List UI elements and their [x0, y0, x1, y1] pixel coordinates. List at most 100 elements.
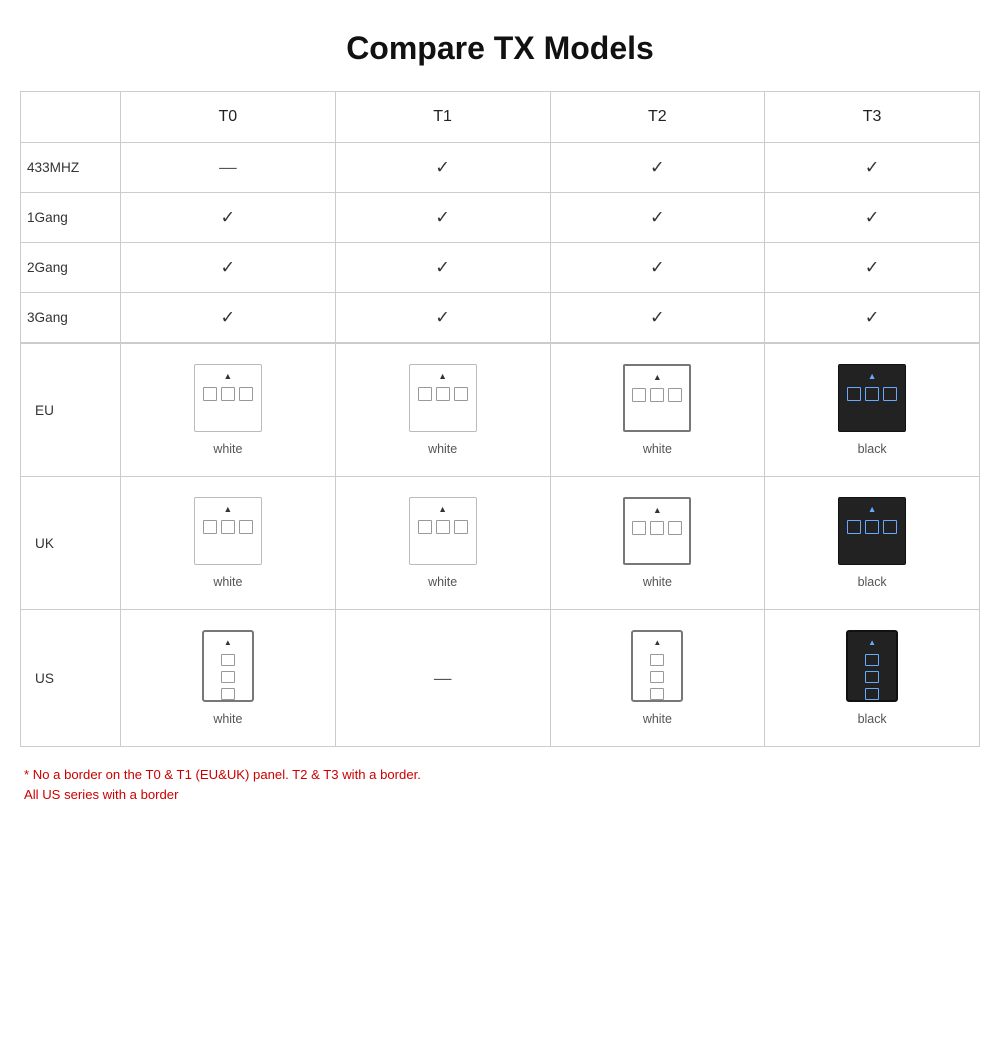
switch-image-uk-t2: ▲ [623, 497, 691, 565]
btn3-uk-t3 [883, 520, 897, 534]
switch-us-t0: ▲ white [127, 620, 329, 736]
us-t1-unavailable: — [434, 668, 452, 688]
switch-image-eu-t2: ▲ [623, 364, 691, 432]
btn1-us-t3 [865, 654, 879, 666]
btn2-eu-t3 [865, 387, 879, 401]
region-us-label: US [21, 610, 121, 747]
feature-label-1gang: 1Gang [21, 193, 121, 243]
buttons-uk-t1 [418, 520, 468, 534]
feature-label-3gang: 3Gang [21, 293, 121, 344]
cell-t1-3gang: ✓ [335, 293, 550, 344]
row-uk: UK ▲ white [21, 477, 980, 610]
btn3-eu-t1 [454, 387, 468, 401]
switch-eu-t0: ▲ white [127, 354, 329, 466]
switch-eu-t2: ▲ white [557, 354, 759, 466]
btn3-us-t0 [221, 688, 235, 700]
switch-color-eu-t3: black [858, 442, 887, 456]
cell-t3-433mhz: ✓ [765, 143, 980, 193]
cell-uk-t0: ▲ white [121, 477, 336, 610]
region-eu-label: EU [21, 343, 121, 477]
wifi-icon-eu-t3: ▲ [868, 371, 877, 381]
cell-eu-t3: ▲ black [765, 343, 980, 477]
switch-us-t2: ▲ white [557, 620, 759, 736]
buttons-uk-t3 [847, 520, 897, 534]
buttons-uk-t2 [632, 521, 682, 535]
btn1-eu-t3 [847, 387, 861, 401]
row-3gang: 3Gang ✓ ✓ ✓ ✓ [21, 293, 980, 344]
cell-t1-1gang: ✓ [335, 193, 550, 243]
cell-t0-3gang: ✓ [121, 293, 336, 344]
wifi-icon-eu-t0: ▲ [224, 371, 233, 381]
btn2-eu-t2 [650, 388, 664, 402]
btn2-eu-t1 [436, 387, 450, 401]
cell-eu-t2: ▲ white [550, 343, 765, 477]
wifi-icon-us-t3: ▲ [868, 638, 876, 647]
switch-uk-t1: ▲ white [342, 487, 544, 599]
buttons-eu-t0 [203, 387, 253, 401]
cell-t2-2gang: ✓ [550, 243, 765, 293]
btn3-uk-t1 [454, 520, 468, 534]
switch-image-uk-t3: ▲ [838, 497, 906, 565]
col-header-t3: T3 [765, 92, 980, 143]
col-header-empty [21, 92, 121, 143]
btn2-us-t0 [221, 671, 235, 683]
btn2-uk-t0 [221, 520, 235, 534]
btn1-eu-t1 [418, 387, 432, 401]
buttons-eu-t2 [632, 388, 682, 402]
switch-color-uk-t0: white [213, 575, 242, 589]
col-header-t1: T1 [335, 92, 550, 143]
switch-image-eu-t3: ▲ [838, 364, 906, 432]
wifi-icon-eu-t1: ▲ [438, 371, 447, 381]
switch-color-us-t0: white [213, 712, 242, 726]
cell-t2-3gang: ✓ [550, 293, 765, 344]
switch-color-uk-t1: white [428, 575, 457, 589]
btn3-eu-t3 [883, 387, 897, 401]
cell-t0-1gang: ✓ [121, 193, 336, 243]
cell-t1-433mhz: ✓ [335, 143, 550, 193]
cell-us-t0: ▲ white [121, 610, 336, 747]
btn1-us-t2 [650, 654, 664, 666]
wifi-icon-uk-t3: ▲ [868, 504, 877, 514]
btn1-uk-t0 [203, 520, 217, 534]
switch-uk-t2: ▲ white [557, 487, 759, 599]
cell-eu-t1: ▲ white [335, 343, 550, 477]
feature-label-433mhz: 433MHZ [21, 143, 121, 193]
wifi-icon-eu-t2: ▲ [653, 372, 662, 382]
page-title: Compare TX Models [20, 30, 980, 67]
btn1-eu-t2 [632, 388, 646, 402]
cell-eu-t0: ▲ white [121, 343, 336, 477]
buttons-uk-t0 [203, 520, 253, 534]
footnote: * No a border on the T0 & T1 (EU&UK) pan… [20, 765, 980, 804]
wifi-icon-us-t2: ▲ [653, 638, 661, 647]
cell-t3-2gang: ✓ [765, 243, 980, 293]
switch-eu-t1: ▲ white [342, 354, 544, 466]
row-1gang: 1Gang ✓ ✓ ✓ ✓ [21, 193, 980, 243]
switch-color-eu-t0: white [213, 442, 242, 456]
cell-t1-2gang: ✓ [335, 243, 550, 293]
btn3-eu-t0 [239, 387, 253, 401]
btn3-eu-t2 [668, 388, 682, 402]
btn3-uk-t2 [668, 521, 682, 535]
btn1-uk-t1 [418, 520, 432, 534]
switch-color-us-t2: white [643, 712, 672, 726]
wifi-icon-uk-t1: ▲ [438, 504, 447, 514]
btn1-uk-t3 [847, 520, 861, 534]
wifi-icon-us-t0: ▲ [224, 638, 232, 647]
buttons-eu-t3 [847, 387, 897, 401]
col-header-t2: T2 [550, 92, 765, 143]
btn3-us-t3 [865, 688, 879, 700]
btn2-eu-t0 [221, 387, 235, 401]
cell-uk-t1: ▲ white [335, 477, 550, 610]
btn2-us-t3 [865, 671, 879, 683]
col-header-t0: T0 [121, 92, 336, 143]
switch-image-us-t3: ▲ [846, 630, 898, 702]
switch-image-uk-t0: ▲ [194, 497, 262, 565]
switch-uk-t3: ▲ black [771, 487, 973, 599]
buttons-eu-t1 [418, 387, 468, 401]
switch-uk-t0: ▲ white [127, 487, 329, 599]
row-2gang: 2Gang ✓ ✓ ✓ ✓ [21, 243, 980, 293]
wifi-icon-uk-t2: ▲ [653, 505, 662, 515]
cell-t2-433mhz: ✓ [550, 143, 765, 193]
comparison-table: T0 T1 T2 T3 433MHZ — ✓ ✓ ✓ 1Gang ✓ ✓ ✓ ✓… [20, 91, 980, 747]
btn3-us-t2 [650, 688, 664, 700]
